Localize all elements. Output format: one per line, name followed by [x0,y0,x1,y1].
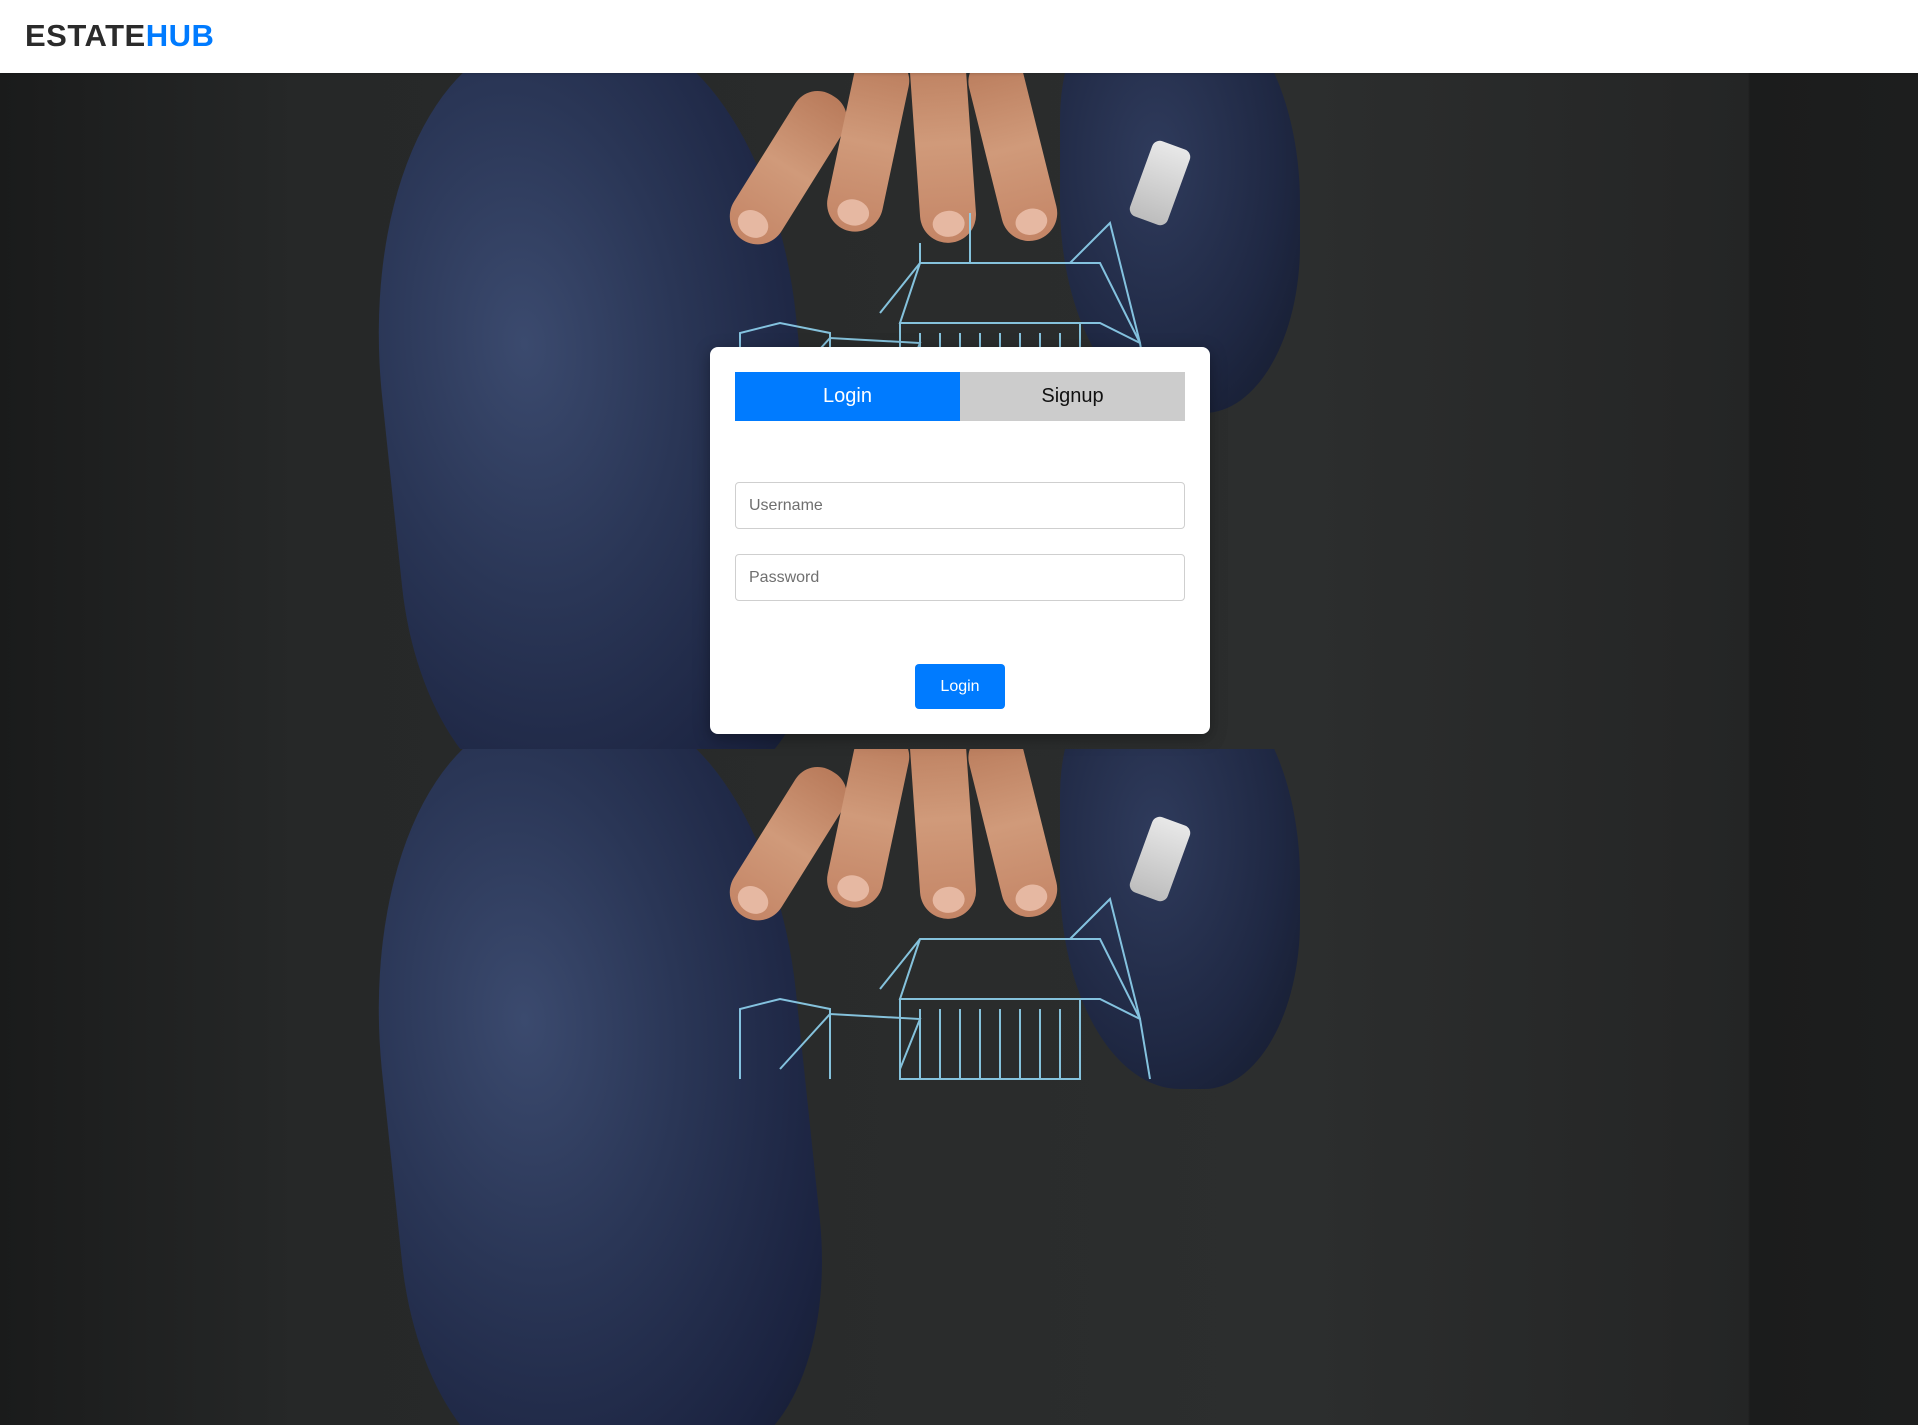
wireframe-house-graphic [739,897,1151,1080]
login-button[interactable]: Login [915,664,1005,709]
auth-tabs: Login Signup [735,372,1185,421]
background-image-repeat [0,749,1918,1425]
brand-logo-hub: HUB [145,18,215,53]
auth-card: Login Signup Login [710,347,1210,734]
tab-signup[interactable]: Signup [960,372,1185,421]
top-navbar: ESTATEHUB [0,0,1918,73]
brand-logo[interactable]: ESTATEHUB [25,18,214,54]
password-input[interactable] [735,554,1185,601]
brand-logo-estate: ESTATE [25,18,146,53]
tab-login[interactable]: Login [735,372,960,421]
username-input[interactable] [735,482,1185,529]
